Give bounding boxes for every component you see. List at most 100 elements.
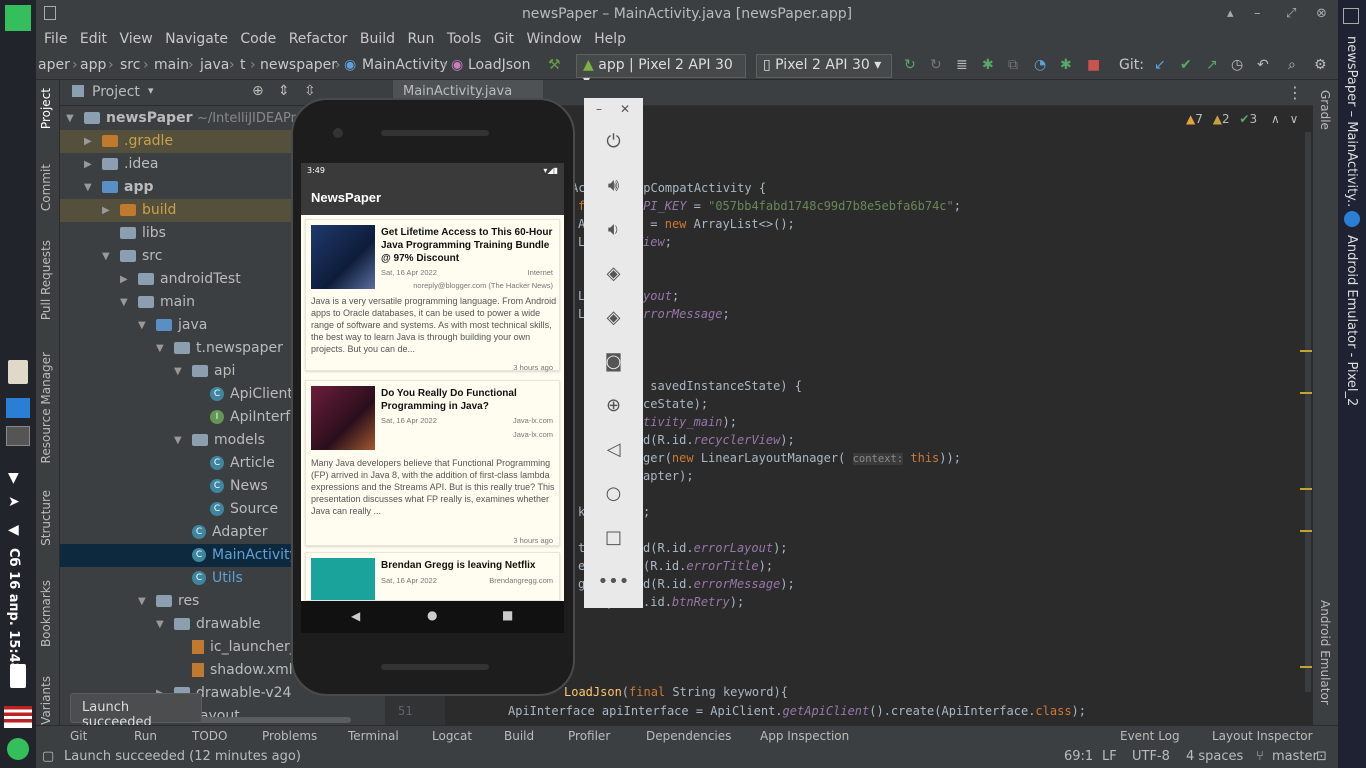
debug-icon[interactable]: ✱ <box>982 57 994 73</box>
collapse-all-icon[interactable]: ⇕ <box>278 83 290 99</box>
menu-tools[interactable]: Tools <box>447 31 482 47</box>
menu-refactor[interactable]: Refactor <box>289 31 348 47</box>
screenshot-camera-icon[interactable]: ◙ <box>584 351 643 372</box>
tool-layout-inspector[interactable]: Layout Inspector <box>1212 729 1313 743</box>
menu-code[interactable]: Code <box>240 31 276 47</box>
attach-icon[interactable]: ⧉ <box>1008 57 1018 73</box>
breadcrumb-app[interactable]: app <box>80 57 106 73</box>
tool-todo[interactable]: TODO <box>192 729 227 743</box>
device-select[interactable]: ▯ Pixel 2 API 30 ▾ <box>756 54 892 78</box>
menu-run[interactable]: Run <box>408 31 435 47</box>
breadcrumb-mainactivity[interactable]: MainActivity <box>362 57 448 73</box>
tool-profiler[interactable]: Profiler <box>568 729 610 743</box>
more-icon[interactable]: ••• <box>584 571 643 592</box>
status-message[interactable]: Launch succeeded (12 minutes ago) <box>64 749 301 764</box>
menu-file[interactable]: File <box>44 31 67 47</box>
tab-structure[interactable]: Structure <box>39 490 53 546</box>
tool-terminal[interactable]: Terminal <box>348 729 399 743</box>
lock-icon[interactable]: ⊡ <box>1316 749 1327 764</box>
breadcrumb-aper[interactable]: aper <box>38 57 70 73</box>
tool-build[interactable]: Build <box>504 729 534 743</box>
breadcrumb-src[interactable]: src <box>120 57 140 73</box>
status-window-icon[interactable]: ▢ <box>42 749 54 764</box>
article-card[interactable]: Brendan Gregg is leaving Netflix Sat, 16… <box>305 552 560 601</box>
tab-commit[interactable]: Commit <box>39 164 53 211</box>
history-icon[interactable]: ◷ <box>1231 57 1243 73</box>
tool-dependencies[interactable]: Dependencies <box>646 729 731 743</box>
menu-help[interactable]: Help <box>594 31 626 47</box>
tab-project[interactable]: Project <box>39 88 53 129</box>
menu-build[interactable]: Build <box>360 31 395 47</box>
volume-down-icon[interactable]: 🔉︎ <box>584 219 643 240</box>
taskbar-emulator-title[interactable]: Android Emulator - Pixel_2... <box>1344 235 1359 405</box>
tool-problems[interactable]: Problems <box>262 729 317 743</box>
zoom-icon[interactable]: ⊕ <box>584 395 643 416</box>
tool-logcat[interactable]: Logcat <box>432 729 472 743</box>
rotate-right-icon[interactable]: ◈ <box>584 307 643 328</box>
rotate-left-icon[interactable]: ◈ <box>584 263 643 284</box>
chevron-down-icon[interactable]: ▾ <box>148 84 154 97</box>
breadcrumb-newspaper[interactable]: newspaper <box>260 57 337 73</box>
back-icon[interactable]: ◁ <box>584 439 643 460</box>
caret-position[interactable]: 69:1 <box>1064 749 1093 764</box>
rerun-icon[interactable]: ↻ <box>904 57 916 73</box>
expand-all-icon[interactable]: ⇳ <box>304 83 316 99</box>
close-icon[interactable]: ✕ <box>620 102 630 116</box>
volume-up-icon[interactable]: 🔊︎ <box>584 175 643 196</box>
clipboard-icon[interactable] <box>8 360 28 384</box>
recents-icon[interactable]: ■ <box>502 608 513 622</box>
volume-icon[interactable]: ◀ <box>8 522 19 538</box>
tab-gradle[interactable]: Gradle <box>1318 90 1332 130</box>
tab-pull-requests[interactable]: Pull Requests <box>39 240 53 320</box>
run-config-select[interactable]: ▲ app | Pixel 2 API 30 ▾ <box>576 54 746 89</box>
home-icon[interactable]: ○ <box>584 483 643 504</box>
tab-build-variants[interactable]: Variants <box>39 676 53 725</box>
project-view-select[interactable]: Project <box>92 84 140 100</box>
maximize-icon[interactable]: ▴ <box>1227 6 1234 21</box>
more-vertical-icon[interactable]: ⋮ <box>1287 83 1303 102</box>
article-card[interactable]: Do You Really Do Functional Programming … <box>305 380 560 546</box>
telegram-icon[interactable]: ➤ <box>8 494 20 510</box>
tab-bookmarks[interactable]: Bookmarks <box>39 580 53 647</box>
overview-icon[interactable]: □ <box>584 527 643 548</box>
git-update-icon[interactable]: ↙ <box>1154 57 1166 73</box>
tab-android-emulator[interactable]: Android Emulator <box>1318 600 1332 705</box>
restore-icon[interactable]: ⤢ <box>1286 6 1296 21</box>
home-icon[interactable]: ● <box>427 608 437 622</box>
power-icon[interactable]: ⏻ <box>584 131 643 152</box>
menu-window[interactable]: Window <box>526 31 581 47</box>
close-icon[interactable]: ⊗ <box>1316 6 1327 21</box>
git-push-icon[interactable]: ↗ <box>1206 57 1218 73</box>
menu-edit[interactable]: Edit <box>80 31 107 47</box>
attach-debugger-icon[interactable]: ✱ <box>1060 57 1072 73</box>
git-commit-icon[interactable]: ✔ <box>1180 57 1192 73</box>
line-separator[interactable]: LF <box>1102 749 1117 764</box>
locate-icon[interactable]: ⊕ <box>252 83 264 99</box>
tool-event-log[interactable]: Event Log <box>1120 729 1180 743</box>
tab-resource-manager[interactable]: Resource Manager <box>39 352 53 463</box>
inspection-widget[interactable]: ▲7 ▲2 ✔3 ∧ ∨ <box>1186 112 1298 126</box>
hammer-icon[interactable]: ⚒ <box>548 57 561 73</box>
search-icon[interactable]: ⌕ <box>1288 57 1296 73</box>
menu-view[interactable]: View <box>119 31 152 47</box>
rollback-icon[interactable]: ↶ <box>1257 57 1269 73</box>
breadcrumb-loadjson[interactable]: LoadJson <box>468 57 530 73</box>
taskbar-window-title[interactable]: newsPaper – MainActivity... <box>1344 36 1359 208</box>
manjaro-logo-icon[interactable] <box>5 5 31 31</box>
stop-icon[interactable]: ■ <box>1087 57 1100 73</box>
breadcrumb-t[interactable]: t <box>240 57 246 73</box>
back-icon[interactable]: ◀ <box>351 609 360 623</box>
article-card[interactable]: Get Lifetime Access to This 60-Hour Java… <box>305 219 560 372</box>
settings-gear-icon[interactable]: ⚙ <box>1314 57 1327 73</box>
menu-navigate[interactable]: Navigate <box>165 31 228 47</box>
breadcrumb-java[interactable]: java <box>200 57 229 73</box>
idea-taskbar-icon[interactable] <box>6 426 30 446</box>
profiler-icon[interactable]: ◔ <box>1034 57 1046 73</box>
indent-setting[interactable]: 4 spaces <box>1186 749 1243 764</box>
tool-git[interactable]: Git <box>70 729 87 743</box>
window-icon[interactable] <box>6 398 30 418</box>
flag-icon[interactable] <box>4 706 32 728</box>
breadcrumb-main[interactable]: main <box>154 57 189 73</box>
list-icon[interactable]: ≣ <box>956 57 968 73</box>
previous-highlight-icon[interactable]: ∧ <box>1271 112 1280 126</box>
